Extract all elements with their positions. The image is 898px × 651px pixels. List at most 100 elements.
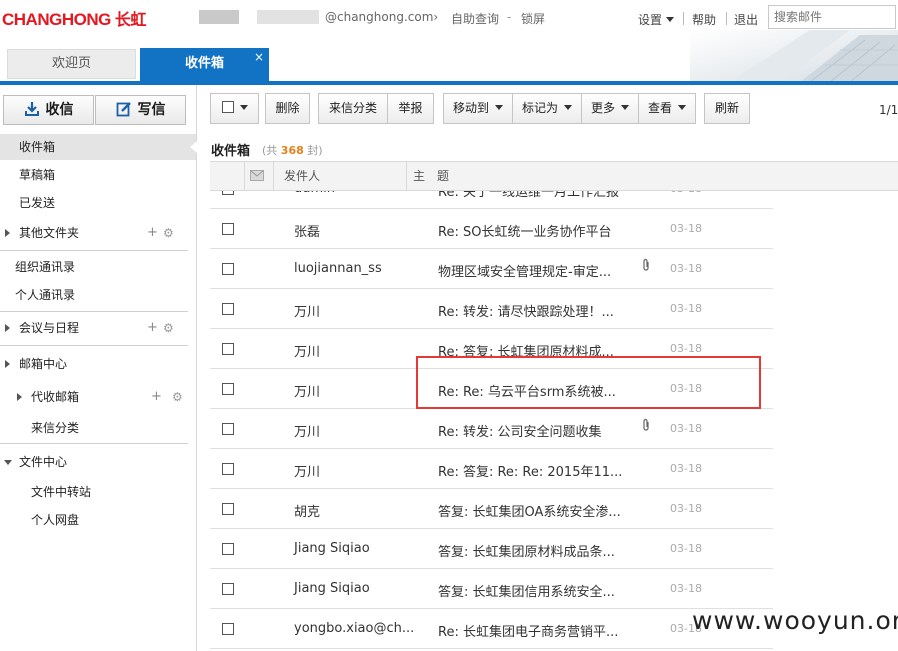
- mail-subject[interactable]: 答复: 长虹集团信用系统安全...: [438, 581, 615, 600]
- mail-row[interactable]: 万川 Re: 答复: Re: Re: 2015年11... 03-18: [210, 449, 773, 489]
- mail-subject[interactable]: Re: 转发: 公司安全问题收集: [438, 421, 601, 440]
- row-checkbox[interactable]: [222, 263, 234, 275]
- move-to-dropdown[interactable]: 移动到: [443, 93, 513, 124]
- mail-row[interactable]: yongbo.xiao@ch... Re: 长虹集团电子商务营销平... 03-18: [210, 609, 773, 649]
- watermark: www.wooyun.org: [692, 606, 898, 635]
- mail-sender[interactable]: 万川: [294, 381, 320, 400]
- mail-row[interactable]: Jiang Siqiao 答复: 长虹集团信用系统安全... 03-18: [210, 569, 773, 609]
- mail-sender[interactable]: 万川: [294, 421, 320, 440]
- sidebar-item-org-contacts[interactable]: 组织通讯录: [0, 254, 196, 280]
- settings-menu[interactable]: 设置: [638, 11, 675, 28]
- help-link[interactable]: 帮助: [692, 11, 716, 28]
- sidebar-item-sent[interactable]: 已发送: [0, 190, 196, 216]
- self-service-query-link[interactable]: 自助查询: [451, 10, 499, 27]
- tab-inbox[interactable]: 收件箱 ×: [140, 48, 269, 81]
- envelope-icon[interactable]: [250, 170, 264, 181]
- row-checkbox[interactable]: [222, 423, 234, 435]
- sidebar-item-personal-contacts[interactable]: 个人通讯录: [0, 282, 196, 308]
- collapse-arrow-icon[interactable]: [4, 460, 12, 465]
- folder-title: 收件箱: [211, 144, 251, 159]
- add-icon[interactable]: +: [147, 220, 158, 246]
- mail-subject[interactable]: Re: 转发: 请尽快跟踪处理！...: [438, 301, 614, 320]
- subject-column-header[interactable]: 主 题: [413, 162, 449, 190]
- sidebar-item-inbox[interactable]: 收件箱: [0, 134, 197, 160]
- mail-sender[interactable]: Jiang Siqiao: [294, 541, 370, 556]
- mail-subject[interactable]: Re: 长虹集团电子商务营销平...: [438, 621, 618, 640]
- incoming-sort-button[interactable]: 来信分类: [318, 93, 388, 124]
- mail-subject[interactable]: 答复: 长虹集团OA系统安全渗...: [438, 501, 621, 520]
- expand-arrow-icon[interactable]: [5, 324, 10, 332]
- sidebar-item-incoming-sort[interactable]: 来信分类: [0, 415, 196, 441]
- sidebar-item-file-center[interactable]: 文件中心: [0, 449, 196, 475]
- mail-row[interactable]: Jiang Siqiao 答复: 长虹集团原材料成品条... 03-18: [210, 529, 773, 569]
- row-checkbox[interactable]: [222, 503, 234, 515]
- mail-sender[interactable]: dumin: [294, 191, 335, 196]
- mail-sender[interactable]: 万川: [294, 341, 320, 360]
- mail-sender[interactable]: luojiannan_ss: [294, 261, 382, 276]
- row-checkbox[interactable]: [222, 343, 234, 355]
- refresh-button[interactable]: 刷新: [704, 93, 750, 124]
- mail-sender[interactable]: Jiang Siqiao: [294, 581, 370, 596]
- user-account-domain[interactable]: @changhong.com›: [325, 10, 438, 24]
- row-checkbox[interactable]: [222, 583, 234, 595]
- sidebar-item-file-transfer[interactable]: 文件中转站: [0, 479, 196, 505]
- row-checkbox[interactable]: [222, 543, 234, 555]
- gear-icon[interactable]: ⚙: [163, 315, 174, 341]
- delete-button[interactable]: 删除: [265, 93, 310, 124]
- expand-arrow-icon[interactable]: [17, 393, 22, 401]
- mail-list: dumin Re: 关于一线运维一月工作汇报 03-18 张磊 Re: SO长虹统一业务…: [210, 191, 773, 651]
- sidebar-item-proxy-mailbox[interactable]: 代收邮箱 + ⚙: [0, 384, 196, 410]
- add-icon[interactable]: +: [151, 384, 162, 410]
- receive-mail-button[interactable]: 收信: [3, 95, 94, 125]
- mail-sender[interactable]: 万川: [294, 461, 320, 480]
- write-mail-button[interactable]: 写信: [95, 95, 186, 125]
- mail-row[interactable]: 胡克 答复: 长虹集团OA系统安全渗... 03-18: [210, 489, 773, 529]
- changhong-logo: CHANGHONG 长虹: [2, 10, 146, 29]
- mail-sender[interactable]: 张磊: [294, 221, 320, 240]
- close-icon[interactable]: ×: [254, 42, 264, 73]
- sender-column-header[interactable]: 发件人: [284, 162, 320, 190]
- row-checkbox[interactable]: [222, 303, 234, 315]
- mail-row[interactable]: luojiannan_ss 物理区域安全管理规定-审定... 03-18: [210, 249, 773, 289]
- mail-subject[interactable]: Re: 关于一线运维一月工作汇报: [438, 191, 619, 200]
- row-checkbox[interactable]: [222, 463, 234, 475]
- expand-arrow-icon[interactable]: [5, 229, 10, 237]
- mail-row[interactable]: 万川 Re: 转发: 请尽快跟踪处理！... 03-18: [210, 289, 773, 329]
- gear-icon[interactable]: ⚙: [163, 220, 174, 246]
- mail-subject[interactable]: Re: 答复: Re: Re: 2015年11...: [438, 461, 622, 480]
- mark-as-dropdown[interactable]: 标记为: [512, 93, 582, 124]
- add-icon[interactable]: +: [147, 315, 158, 341]
- tab-welcome[interactable]: 欢迎页: [7, 49, 136, 79]
- row-checkbox[interactable]: [222, 623, 234, 635]
- mail-subject[interactable]: Re: SO长虹统一业务协作平台: [438, 221, 611, 240]
- select-all-dropdown[interactable]: [210, 93, 259, 124]
- row-checkbox[interactable]: [222, 191, 234, 195]
- view-dropdown[interactable]: 查看: [638, 93, 696, 124]
- sidebar-item-mail-center[interactable]: 邮箱中心: [0, 351, 196, 377]
- mail-date: 03-18: [670, 502, 702, 515]
- mail-sender[interactable]: 胡克: [294, 501, 320, 520]
- logout-link[interactable]: 退出: [734, 11, 758, 28]
- more-dropdown[interactable]: 更多: [581, 93, 639, 124]
- row-checkbox[interactable]: [222, 223, 234, 235]
- sidebar-item-meetings[interactable]: 会议与日程 + ⚙: [0, 315, 196, 341]
- select-all-checkbox[interactable]: [221, 101, 234, 113]
- sidebar-item-personal-disk[interactable]: 个人网盘: [0, 507, 196, 533]
- download-icon: [24, 102, 39, 116]
- mail-subject[interactable]: 物理区域安全管理规定-审定...: [438, 261, 611, 280]
- row-checkbox[interactable]: [222, 383, 234, 395]
- mail-row[interactable]: dumin Re: 关于一线运维一月工作汇报 03-18: [210, 191, 773, 209]
- mail-sender[interactable]: yongbo.xiao@ch...: [294, 621, 414, 636]
- mail-row[interactable]: 万川 Re: 转发: 公司安全问题收集 03-18: [210, 409, 773, 449]
- column-divider: [406, 162, 407, 190]
- lock-screen-link[interactable]: 锁屏: [521, 10, 545, 27]
- sidebar-item-drafts[interactable]: 草稿箱: [0, 162, 196, 188]
- sidebar-item-other-folders[interactable]: 其他文件夹 + ⚙: [0, 220, 196, 246]
- search-input[interactable]: [768, 5, 896, 29]
- expand-arrow-icon[interactable]: [5, 360, 10, 368]
- mail-sender[interactable]: 万川: [294, 301, 320, 320]
- report-button[interactable]: 举报: [387, 93, 434, 124]
- gear-icon[interactable]: ⚙: [172, 384, 183, 410]
- mail-subject[interactable]: 答复: 长虹集团原材料成品条...: [438, 541, 615, 560]
- mail-row[interactable]: 张磊 Re: SO长虹统一业务协作平台 03-18: [210, 209, 773, 249]
